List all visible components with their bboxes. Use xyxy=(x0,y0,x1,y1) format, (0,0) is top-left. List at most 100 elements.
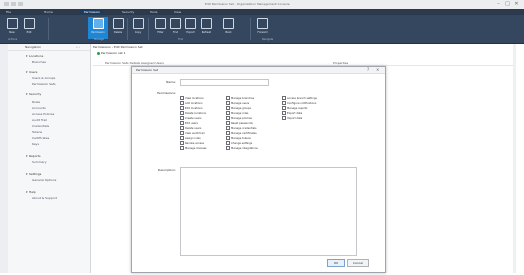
checkbox-icon[interactable] xyxy=(180,136,184,140)
permission-label: Export data xyxy=(287,112,303,115)
checkbox-icon[interactable] xyxy=(226,126,230,130)
name-input[interactable] xyxy=(180,79,269,86)
minimize-button[interactable]: – xyxy=(494,1,503,7)
checkbox-icon[interactable] xyxy=(180,121,184,125)
undo-icon[interactable] xyxy=(18,2,23,6)
dialog-close-icon[interactable]: × xyxy=(376,67,379,72)
nav-item[interactable]: Audit Trail xyxy=(32,118,86,122)
dialog-title: Permission Set xyxy=(136,68,159,72)
permission-checkbox[interactable]: Configure notifications xyxy=(282,101,338,105)
permission-label: Manage groups xyxy=(231,107,252,110)
checkbox-icon[interactable] xyxy=(180,131,184,135)
permission-checkbox[interactable]: Manage certificates xyxy=(226,131,282,135)
breadcrumb: Permissions › Edit Permission Set xyxy=(93,45,143,49)
nav-section-settings[interactable]: ▾Settings xyxy=(26,172,86,176)
close-button[interactable]: ✕ xyxy=(512,1,521,7)
checkbox-icon[interactable] xyxy=(282,111,286,115)
checkbox-icon[interactable] xyxy=(226,131,230,135)
nav-item[interactable]: Access Policies xyxy=(32,112,86,116)
permission-checkbox[interactable]: Export data xyxy=(282,111,338,115)
nav-section-users[interactable]: ▾Users xyxy=(26,70,86,74)
checkbox-icon[interactable] xyxy=(180,116,184,120)
ribbon-refresh-button[interactable]: Refresh xyxy=(200,17,213,39)
ribbon-export-button[interactable]: Export xyxy=(184,17,197,39)
nav-item[interactable]: Permission Sets xyxy=(32,82,86,86)
checkbox-icon[interactable] xyxy=(180,111,184,115)
checkbox-icon[interactable] xyxy=(226,101,230,105)
checkbox-icon[interactable] xyxy=(226,121,230,125)
nav-section-security[interactable]: ▾Security xyxy=(26,92,86,96)
ribbon-copy-button[interactable]: Copy xyxy=(132,17,144,39)
permission-checkbox[interactable]: Manage tokens xyxy=(226,136,282,140)
nav-section-reports[interactable]: ▾Reports xyxy=(26,154,86,158)
maximize-button[interactable]: □ xyxy=(503,1,512,7)
ribbon-back-button[interactable]: Back xyxy=(222,17,235,39)
nav-item[interactable]: General Options xyxy=(32,178,86,182)
checkbox-icon[interactable] xyxy=(226,106,230,110)
vertical-scrollbar[interactable] xyxy=(513,44,516,273)
permission-checkbox[interactable]: Import data xyxy=(282,116,338,120)
nav-item[interactable]: Roles xyxy=(32,100,86,104)
nav-item[interactable]: Summary xyxy=(32,160,86,164)
nav-item[interactable]: Accounts xyxy=(32,106,86,110)
permission-checkbox[interactable]: Manage integrations xyxy=(226,146,282,150)
content-tabs[interactable]: Permission Sets Details Assigned Users xyxy=(105,61,164,65)
checkbox-icon[interactable] xyxy=(180,126,184,130)
permission-checkbox[interactable]: Reset passwords xyxy=(226,121,282,125)
ok-button[interactable]: OK xyxy=(327,259,345,267)
checkbox-icon[interactable] xyxy=(180,106,184,110)
checkbox-icon[interactable] xyxy=(180,101,184,105)
permission-checkbox[interactable]: Manage branches xyxy=(226,96,282,100)
ribbon-new-button[interactable]: New xyxy=(5,17,19,39)
ribbon-forward-button[interactable]: Forward xyxy=(256,17,269,39)
ribbon-delete-button[interactable]: Delete xyxy=(112,17,124,39)
checkbox-icon[interactable] xyxy=(226,116,230,120)
nav-item[interactable]: Keys xyxy=(32,142,86,146)
checkbox-icon[interactable] xyxy=(226,146,230,150)
ribbon-filter-button[interactable]: Filter xyxy=(154,17,167,39)
ribbon-edit-button[interactable]: Edit xyxy=(22,17,36,39)
permission-checkbox[interactable]: Manage roles xyxy=(226,111,282,115)
permission-label: Manage certificates xyxy=(231,132,257,135)
permission-checkbox[interactable]: Access branch settings xyxy=(282,96,338,100)
ribbon-permission-button[interactable]: Permission xyxy=(88,17,108,39)
checkbox-icon[interactable] xyxy=(226,96,230,100)
permission-label: Revoke access xyxy=(185,142,204,145)
collapse-panel-button[interactable]: « ‹ xyxy=(76,45,80,49)
permission-checkbox[interactable]: Manage reports xyxy=(282,106,338,110)
permission-checkbox[interactable]: Manage users xyxy=(226,101,282,105)
checkbox-icon[interactable] xyxy=(282,101,286,105)
checkbox-icon[interactable] xyxy=(282,116,286,120)
nav-item[interactable]: Credentials xyxy=(32,124,86,128)
properties-tab[interactable]: Properties xyxy=(333,61,348,65)
checkbox-icon[interactable] xyxy=(226,136,230,140)
permission-checkbox[interactable]: Manage policies xyxy=(226,116,282,120)
save-icon[interactable] xyxy=(11,2,16,6)
nav-item[interactable]: Tokens xyxy=(32,130,86,134)
ribbon-group-label: Actions xyxy=(8,38,18,41)
checkbox-icon[interactable] xyxy=(180,141,184,145)
nav-item[interactable]: Certificates xyxy=(32,136,86,140)
permission-checkbox[interactable]: Manage groups xyxy=(226,106,282,110)
nav-item[interactable]: Branches xyxy=(32,60,86,64)
ribbon-separator xyxy=(127,18,128,40)
help-icon[interactable]: ? xyxy=(367,67,369,72)
nav-section-help[interactable]: ▾Help xyxy=(26,190,86,194)
filter-icon xyxy=(155,18,166,29)
ribbon-find-button[interactable]: Find xyxy=(169,17,182,39)
permission-label: View locations xyxy=(185,97,204,100)
nav-item[interactable]: Users & Groups xyxy=(32,76,86,80)
checkbox-icon[interactable] xyxy=(180,146,184,150)
document-item[interactable]: Permission set 1 xyxy=(97,51,217,55)
cancel-button[interactable]: Cancel xyxy=(347,259,369,267)
nav-item[interactable]: About & Support xyxy=(32,196,86,200)
checkbox-icon[interactable] xyxy=(282,96,286,100)
checkbox-icon[interactable] xyxy=(282,106,286,110)
checkbox-icon[interactable] xyxy=(180,96,184,100)
checkbox-icon[interactable] xyxy=(226,141,230,145)
permission-checkbox[interactable]: Manage credentials xyxy=(226,126,282,130)
nav-section-locations[interactable]: ▾Locations xyxy=(26,54,86,58)
checkbox-icon[interactable] xyxy=(226,111,230,115)
permission-checkbox[interactable]: Change settings xyxy=(226,141,282,145)
description-textarea[interactable] xyxy=(180,167,357,256)
